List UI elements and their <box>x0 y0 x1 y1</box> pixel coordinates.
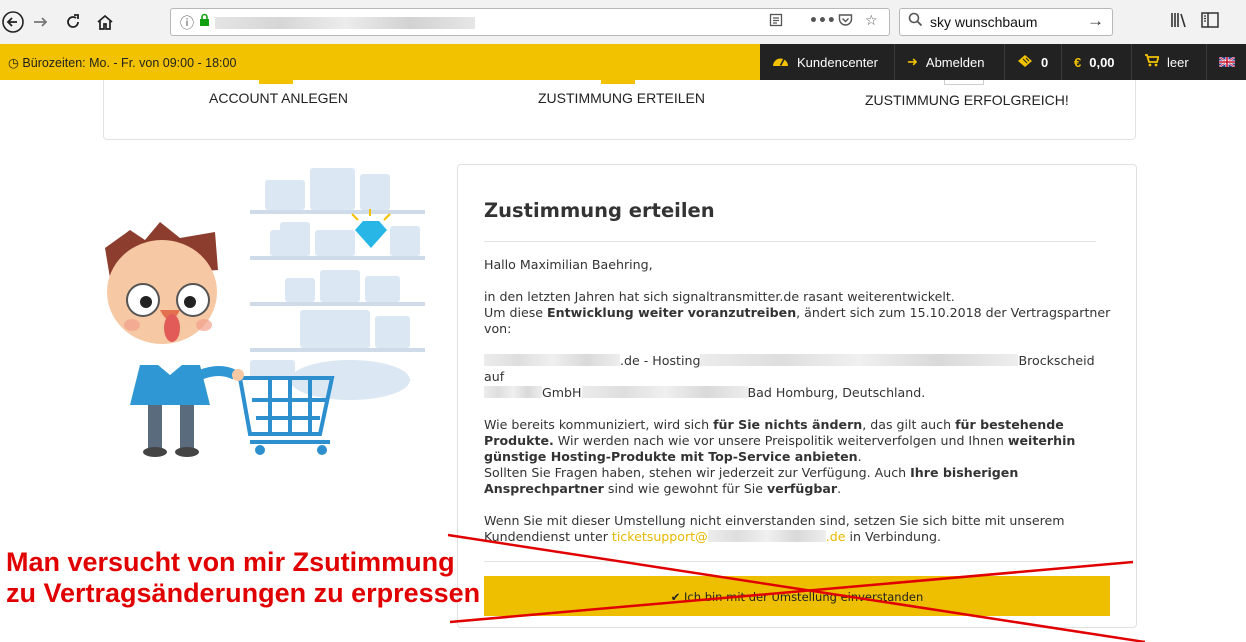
logout-link[interactable]: ➜ Abmelden <box>894 44 984 80</box>
cart-icon <box>1144 54 1160 70</box>
redacted-text <box>707 530 826 542</box>
greeting: Hallo Maximilian Baehring, <box>484 257 653 272</box>
paragraph-partner: .de - Hosting Brockscheid auf GmbH Bad Hom… <box>484 353 1095 400</box>
forward-icon[interactable] <box>28 9 54 35</box>
office-hours: ◷ Bürozeiten: Mo. - Fr. von 09:00 - 18:0… <box>8 56 237 70</box>
progress-steps: ACCOUNT ANLEGEN ZUSTIMMUNG ERTEILEN ZUST… <box>103 80 1136 140</box>
step-marker <box>601 80 635 84</box>
home-icon[interactable] <box>92 9 118 35</box>
reload-icon[interactable] <box>60 9 86 35</box>
url-bar[interactable]: ⓘ ••• ☆ <box>170 8 890 36</box>
support-email-link[interactable]: ticketsupport@ .de <box>612 529 846 544</box>
redacted-text <box>484 354 620 366</box>
step-marker <box>259 80 293 84</box>
dashboard-icon <box>772 54 789 70</box>
redacted-text <box>484 386 542 398</box>
consent-card: Zustimmung erteilen Hallo Maximilian Bae… <box>457 164 1137 628</box>
redacted-text <box>581 386 748 398</box>
search-field[interactable]: sky wunschbaum → <box>899 8 1113 36</box>
reader-icon[interactable] <box>769 13 783 31</box>
step-consent: ZUSTIMMUNG ERTEILEN <box>538 90 705 106</box>
search-query: sky wunschbaum <box>930 14 1038 30</box>
url-text-redacted <box>215 17 475 29</box>
step-account: ACCOUNT ANLEGEN <box>209 90 348 106</box>
letter-text: Hallo Maximilian Baehring, in den letzte… <box>484 257 1114 561</box>
account-toolbar: Kundencenter ➜ Abmelden 0 € 0,00 leer <box>760 44 1246 80</box>
library-icon[interactable] <box>1170 12 1188 32</box>
lock-icon[interactable] <box>199 13 210 31</box>
language-flag-uk[interactable] <box>1206 44 1246 80</box>
red-annotation: Man versucht von mir Zsutimmung zu Vertr… <box>6 547 481 608</box>
paragraph-no-change: Wie bereits kommuniziert, wird sich für … <box>484 417 1076 496</box>
shopping-illustration <box>100 160 440 460</box>
site-top-bar: ◷ Bürozeiten: Mo. - Fr. von 09:00 - 18:0… <box>0 44 1246 80</box>
customer-center-link[interactable]: Kundencenter <box>760 44 878 80</box>
logout-icon: ➜ <box>907 54 918 69</box>
bookmark-star-icon[interactable]: ☆ <box>865 13 878 29</box>
go-arrow-icon[interactable]: → <box>1087 11 1104 31</box>
balance-link[interactable]: € 0,00 <box>1061 44 1115 80</box>
step-marker-inactive <box>944 80 984 85</box>
browser-toolbar: ⓘ ••• ☆ sky wunschbaum → <box>0 0 1246 45</box>
sidebar-icon[interactable] <box>1201 12 1219 32</box>
info-icon[interactable]: ⓘ <box>180 13 194 33</box>
step-success: ZUSTIMMUNG ERFOLGREICH! <box>865 92 1069 108</box>
euro-icon: € <box>1074 54 1082 70</box>
paragraph-intro: in den letzten Jahren hat sich signaltra… <box>484 289 1111 336</box>
tickets-link[interactable]: 0 <box>1004 44 1048 80</box>
back-icon[interactable] <box>0 9 26 35</box>
check-icon: ✔ <box>670 590 681 604</box>
paragraph-contact: Wenn Sie mit dieser Umstellung nicht ein… <box>484 513 1065 544</box>
cart-link[interactable]: leer <box>1131 44 1189 80</box>
card-title: Zustimmung erteilen <box>484 199 715 222</box>
clock-icon: ◷ <box>8 56 19 70</box>
uk-flag-icon <box>1219 57 1235 67</box>
search-icon <box>908 12 923 31</box>
button-divider <box>484 561 1096 562</box>
ticket-icon <box>1017 54 1033 71</box>
more-icon[interactable]: ••• <box>809 13 836 29</box>
title-divider <box>484 241 1096 242</box>
redacted-text <box>700 354 1019 366</box>
pocket-icon[interactable] <box>838 13 853 31</box>
agree-button[interactable]: ✔ Ich bin mit der Umstellung einverstand… <box>484 576 1110 616</box>
